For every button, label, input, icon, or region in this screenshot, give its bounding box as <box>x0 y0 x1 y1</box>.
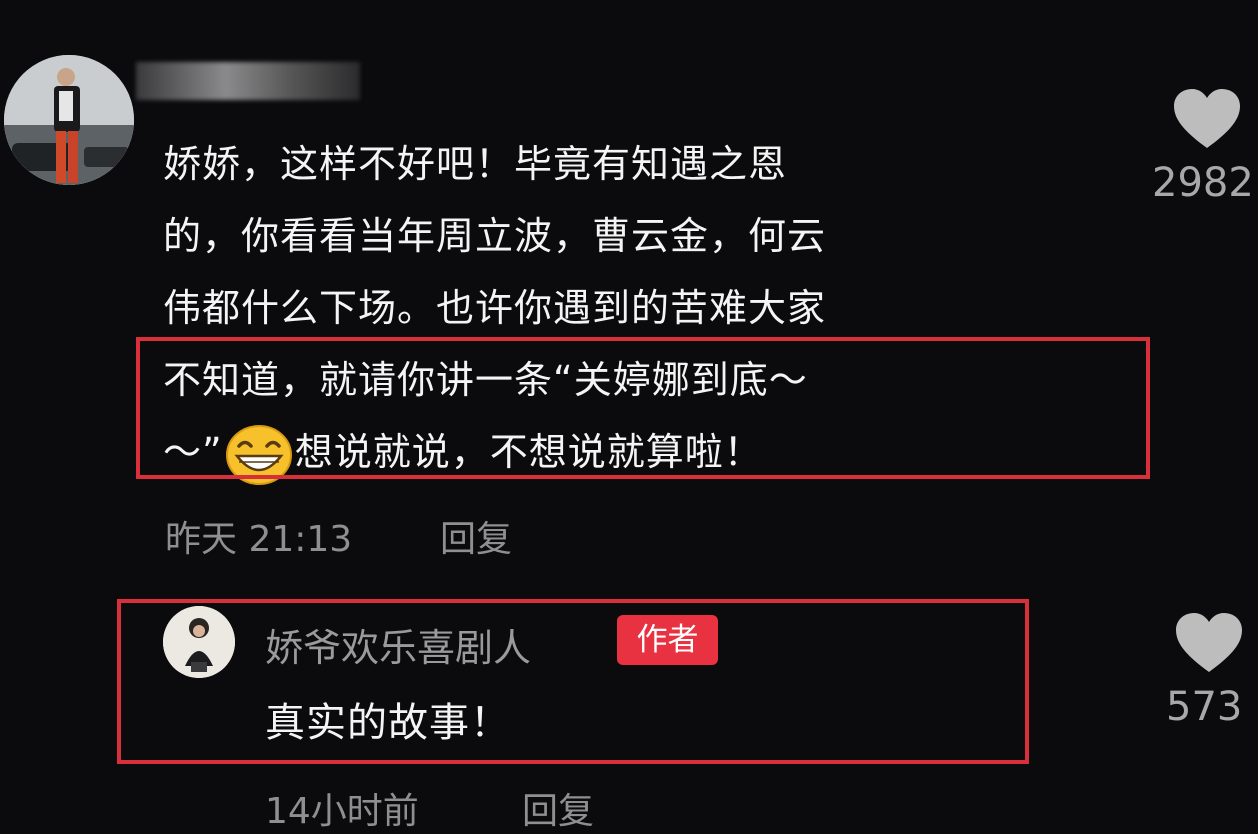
commenter-avatar[interactable] <box>4 55 134 185</box>
highlight-box-comment <box>136 337 1150 479</box>
heart-icon <box>1174 89 1240 148</box>
reply-body: 真实的故事！ <box>265 700 511 746</box>
comment-line: 的，你看看当年周立波，曹云金，何云 <box>163 214 827 258</box>
comment-like-count: 2982 <box>1152 160 1254 206</box>
heart-icon <box>1176 613 1242 672</box>
reply-like-button[interactable] <box>1174 612 1244 678</box>
author-badge: 作者 <box>617 615 718 665</box>
avatar-photo <box>163 606 235 678</box>
author-avatar[interactable] <box>163 606 235 678</box>
highlight-box-reply <box>117 599 1029 764</box>
reply-like-count: 573 <box>1166 684 1243 730</box>
commenter-name-redacted <box>136 62 360 100</box>
reply-reply-button[interactable]: 回复 <box>522 782 594 834</box>
avatar-photo <box>4 55 134 185</box>
comment-line: 娇娇，这样不好吧！毕竟有知遇之恩 <box>163 142 788 186</box>
comment-timestamp: 昨天 21:13 <box>165 519 353 560</box>
comment-reply-button[interactable]: 回复 <box>440 510 512 562</box>
comment-line: 伟都什么下场。也许你遇到的苦难大家 <box>163 286 827 330</box>
comment-like-button[interactable] <box>1172 88 1242 154</box>
author-name[interactable]: 娇爷欢乐喜剧人 <box>265 617 531 672</box>
reply-timestamp: 14小时前 <box>265 791 419 832</box>
